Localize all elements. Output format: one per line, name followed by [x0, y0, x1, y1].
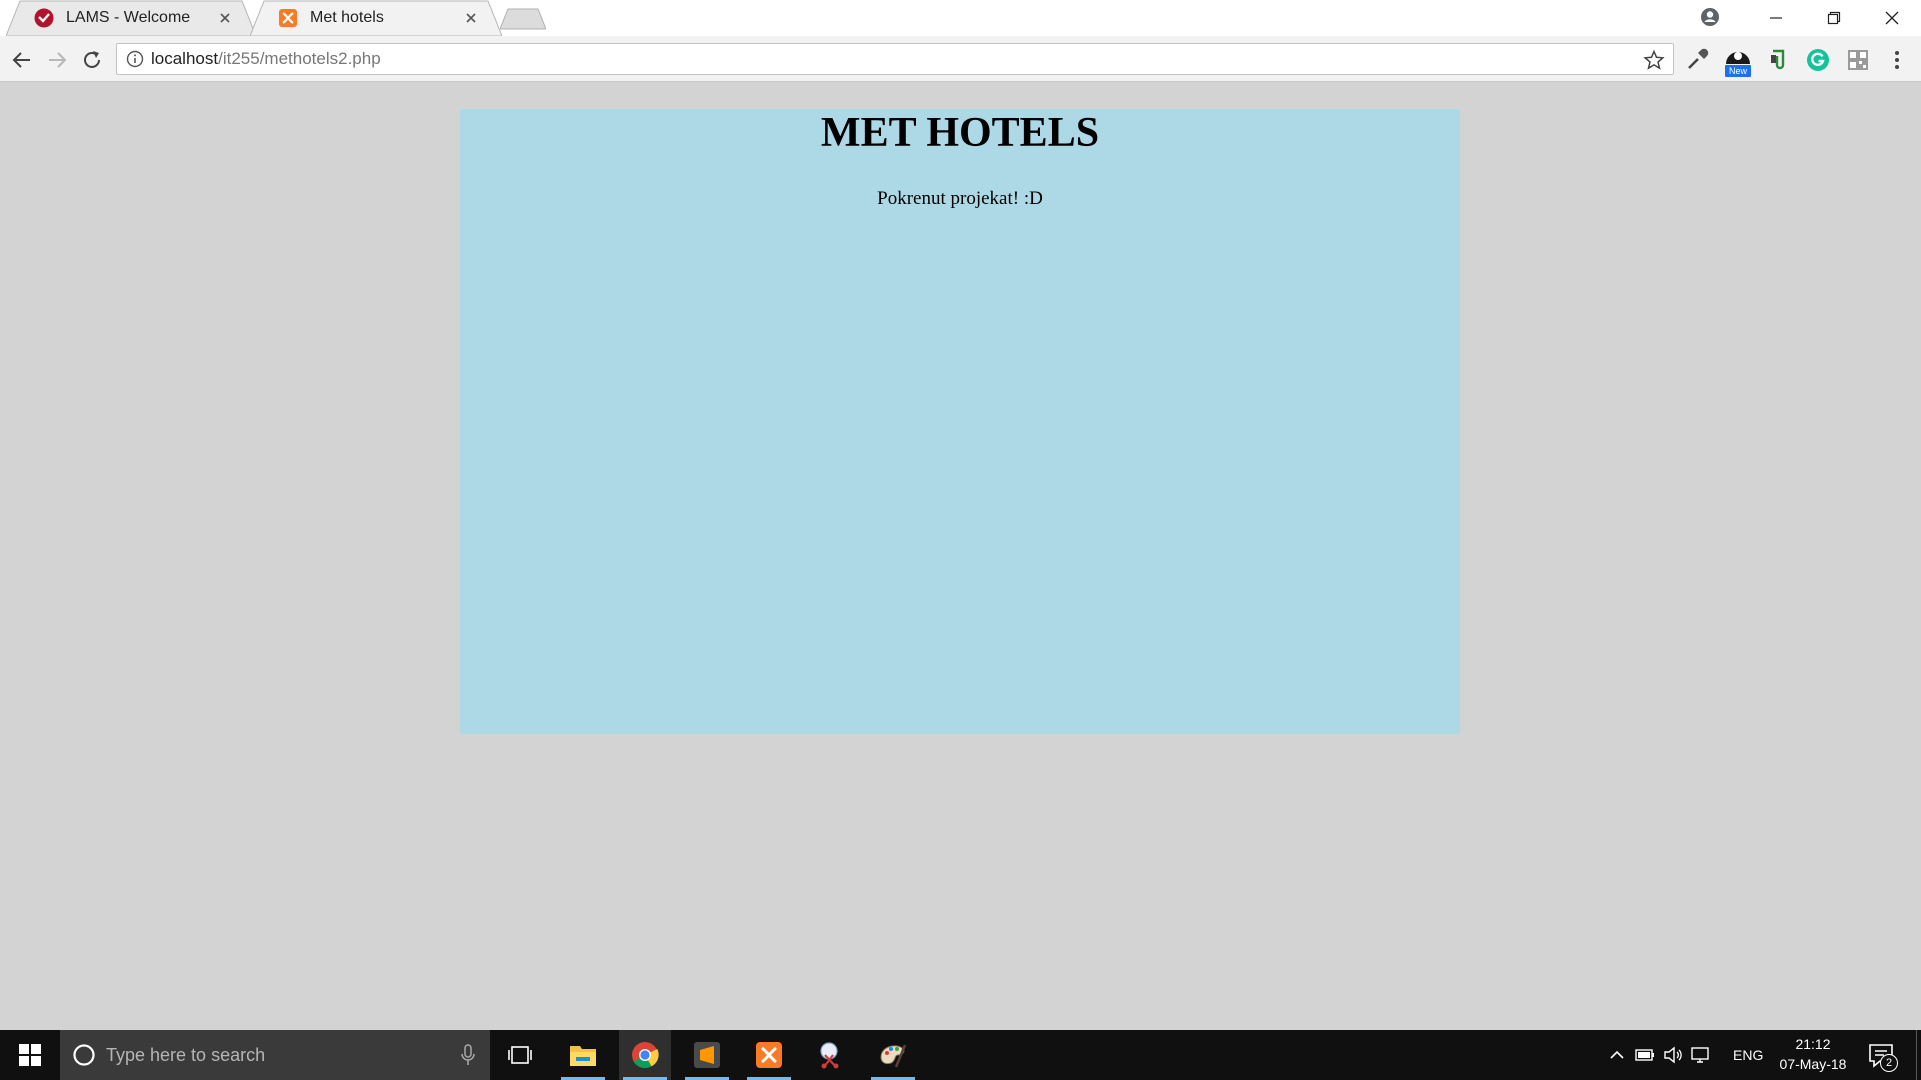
start-button[interactable] [0, 1030, 60, 1080]
system-clock[interactable]: 21:12 07-May-18 [1768, 1034, 1858, 1074]
chrome-menu-icon[interactable] [1884, 47, 1910, 73]
url-host: localhost [151, 49, 219, 68]
minimize-button[interactable] [1747, 0, 1805, 36]
tab-title: Met hotels [310, 9, 384, 26]
forward-arrow-icon[interactable] [45, 48, 69, 72]
url-text: localhost/it255/methotels2.php [151, 49, 381, 69]
clock-time: 21:12 [1795, 1036, 1831, 1052]
taskbar-sublime-text[interactable] [681, 1030, 733, 1080]
bookmark-star-icon[interactable] [1643, 49, 1665, 71]
profile-icon[interactable] [1699, 6, 1721, 28]
tab-strip: LAMS - Welcome Met hotels [0, 0, 1921, 36]
lams-check-icon [34, 8, 54, 28]
browser-toolbar: localhost/it255/methotels2.php New [0, 36, 1921, 82]
page-viewport: MET HOTELS Pokrenut projekat! :D [0, 82, 1921, 1030]
microphone-icon[interactable] [458, 1043, 478, 1067]
battery-icon[interactable] [1633, 1043, 1657, 1067]
notification-count-badge: 2 [1880, 1054, 1898, 1072]
qr-code-icon[interactable] [1845, 47, 1871, 73]
taskbar-snipping-tool[interactable] [805, 1030, 857, 1080]
status-message: Pokrenut projekat! :D [877, 188, 1043, 209]
new-badge-extension[interactable]: New [1722, 44, 1754, 78]
windows-logo-icon [19, 1044, 41, 1066]
close-tab-icon[interactable] [462, 9, 480, 27]
reload-icon[interactable] [80, 48, 104, 72]
search-placeholder: Type here to search [106, 1044, 266, 1065]
close-icon [1885, 11, 1899, 25]
file-explorer-icon [570, 1046, 596, 1066]
restore-icon [1827, 11, 1841, 25]
grammarly-icon[interactable] [1805, 47, 1831, 73]
task-view-button[interactable] [494, 1030, 546, 1080]
show-desktop-button[interactable] [1916, 1030, 1921, 1080]
sublime-text-icon [694, 1042, 720, 1068]
network-icon[interactable] [1689, 1043, 1713, 1067]
system-tray [1605, 1030, 1713, 1080]
chrome-icon [632, 1042, 659, 1069]
cortana-icon [73, 1044, 95, 1066]
tab-lams-welcome[interactable]: LAMS - Welcome [6, 0, 256, 36]
input-language[interactable]: ENG [1733, 1030, 1763, 1080]
taskbar-search-box[interactable]: Type here to search [60, 1030, 490, 1080]
windows-taskbar: Type here to search ENG 21:12 07-May-18 … [0, 1030, 1921, 1080]
taskbar-chrome[interactable] [619, 1030, 671, 1080]
new-badge-extension-icon [1726, 52, 1750, 64]
taskbar-xampp[interactable] [743, 1030, 795, 1080]
volume-icon[interactable] [1661, 1043, 1685, 1067]
taskbar-file-explorer[interactable] [557, 1030, 609, 1080]
clock-date: 07-May-18 [1779, 1056, 1847, 1072]
new-badge-label: New [1725, 65, 1751, 77]
page-heading: MET HOTELS [820, 110, 1100, 156]
paint-icon [880, 1044, 907, 1068]
new-tab-button[interactable] [500, 8, 546, 30]
back-arrow-icon[interactable] [10, 48, 34, 72]
xampp-icon [756, 1042, 782, 1068]
evernote-clip-icon[interactable] [1765, 47, 1791, 73]
xampp-icon [279, 9, 297, 27]
taskbar-paint[interactable] [867, 1030, 919, 1080]
task-view-icon [508, 1046, 532, 1064]
close-tab-icon[interactable] [216, 9, 234, 27]
close-window-button[interactable] [1863, 0, 1921, 36]
content-panel: MET HOTELS Pokrenut projekat! :D [460, 109, 1460, 734]
site-info-icon[interactable] [126, 50, 144, 68]
address-bar[interactable]: localhost/it255/methotels2.php [116, 43, 1674, 75]
url-path: /it255/methotels2.php [218, 49, 381, 68]
minimize-icon [1770, 17, 1782, 19]
restore-button[interactable] [1805, 0, 1863, 36]
window-controls [1747, 0, 1921, 36]
chevron-up-icon[interactable] [1605, 1043, 1629, 1067]
eyedropper-icon[interactable] [1684, 47, 1710, 73]
snipping-tool-icon [820, 1042, 839, 1069]
tab-title: LAMS - Welcome [66, 9, 191, 26]
tab-met-hotels[interactable]: Met hotels [250, 0, 502, 36]
